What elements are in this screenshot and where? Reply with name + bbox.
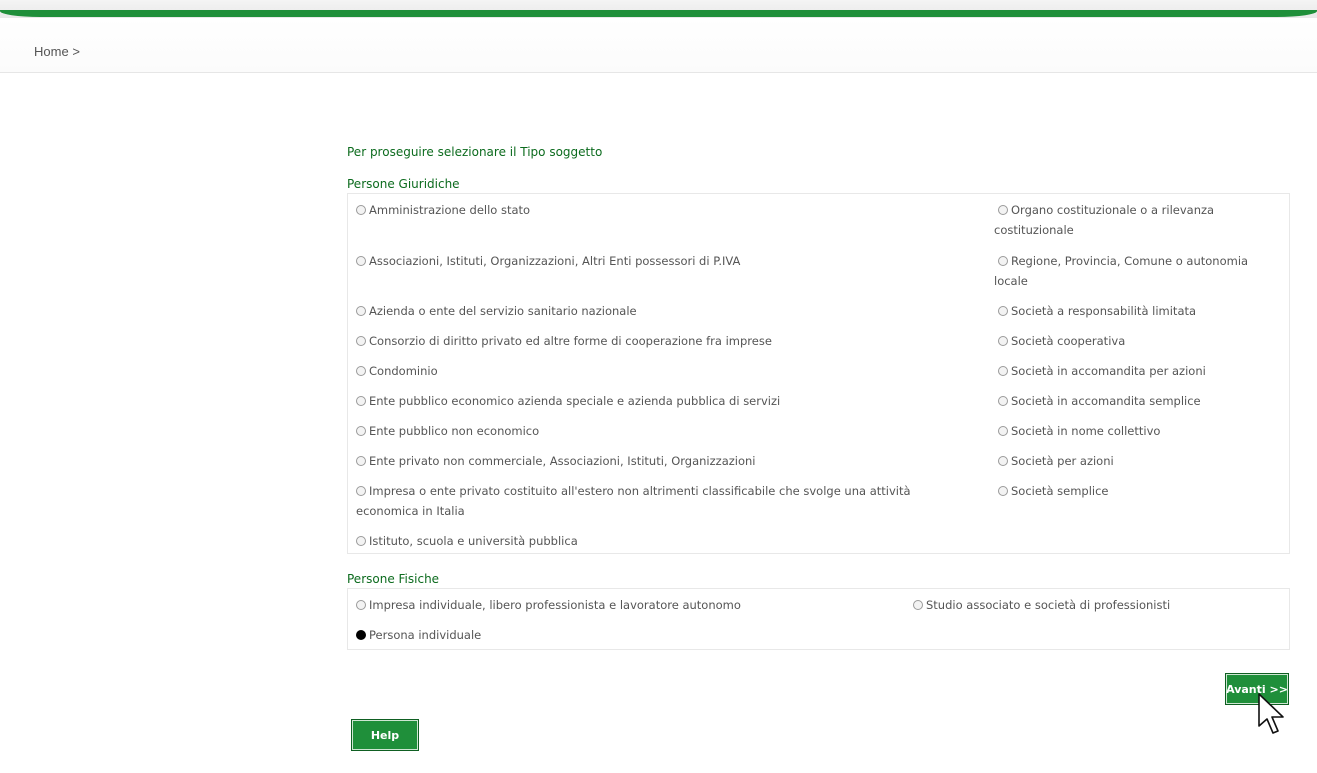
radio-ente-privato-non-commerciale[interactable]: Ente privato non commerciale, Associazio… — [356, 451, 756, 471]
radio-button[interactable] — [998, 306, 1008, 316]
radio-persona-individuale[interactable]: Persona individuale — [356, 625, 481, 645]
mouse-cursor-icon — [1258, 693, 1284, 734]
radio-button[interactable] — [998, 256, 1008, 266]
radio-button[interactable] — [356, 486, 366, 496]
radio-button[interactable] — [356, 366, 366, 376]
breadcrumb-bar: Home > — [0, 18, 1317, 73]
radio-sapa[interactable]: Società in accomandita per azioni — [998, 361, 1206, 381]
radio-amministrazione-stato[interactable]: Amministrazione dello stato — [356, 200, 530, 220]
radio-button[interactable] — [998, 396, 1008, 406]
radio-ente-pubblico-non-economico[interactable]: Ente pubblico non economico — [356, 421, 539, 441]
radio-button[interactable] — [913, 600, 923, 610]
help-button[interactable]: Help — [351, 719, 419, 751]
radio-button[interactable] — [356, 600, 366, 610]
radio-button[interactable] — [998, 486, 1008, 496]
radio-spa[interactable]: Società per azioni — [998, 451, 1114, 471]
radio-impresa-individuale[interactable]: Impresa individuale, libero professionis… — [356, 595, 741, 615]
radio-ente-pubblico-economico[interactable]: Ente pubblico economico azienda speciale… — [356, 391, 780, 411]
radio-button[interactable] — [998, 456, 1008, 466]
radio-istituto-scuola[interactable]: Istituto, scuola e università pubblica — [356, 531, 578, 551]
section-title-fisiche: Persone Fisiche — [347, 572, 440, 586]
radio-associazioni-piva[interactable]: Associazioni, Istituti, Organizzazioni, … — [356, 251, 740, 271]
fisiche-options: Impresa individuale, libero professionis… — [347, 588, 1290, 650]
radio-cooperativa[interactable]: Società cooperativa — [998, 331, 1125, 351]
radio-button[interactable] — [356, 426, 366, 436]
radio-button[interactable] — [356, 396, 366, 406]
green-header-line — [0, 10, 1317, 17]
radio-organo-costituzionale[interactable]: Organo costituzionale o a rilevanza cost… — [994, 200, 1274, 240]
radio-button[interactable] — [998, 426, 1008, 436]
radio-button[interactable] — [356, 205, 366, 215]
form-instruction: Per proseguire selezionare il Tipo sogge… — [347, 145, 603, 159]
top-banner — [0, 0, 1317, 18]
radio-condominio[interactable]: Condominio — [356, 361, 438, 381]
radio-srl[interactable]: Società a responsabilità limitata — [998, 301, 1196, 321]
radio-sas[interactable]: Società in accomandita semplice — [998, 391, 1201, 411]
radio-button[interactable] — [356, 256, 366, 266]
radio-snc[interactable]: Società in nome collettivo — [998, 421, 1160, 441]
radio-button[interactable] — [998, 336, 1008, 346]
radio-impresa-estero[interactable]: Impresa o ente privato costituito all'es… — [356, 481, 976, 521]
radio-button[interactable] — [998, 366, 1008, 376]
breadcrumb: Home > — [34, 44, 80, 59]
subject-type-form: Per proseguire selezionare il Tipo sogge… — [347, 143, 1290, 650]
radio-regione-provincia[interactable]: Regione, Provincia, Comune o autonomia l… — [994, 251, 1284, 291]
giuridiche-options: Amministrazione dello stato Associazioni… — [347, 193, 1290, 554]
breadcrumb-separator: > — [72, 44, 80, 59]
radio-button[interactable] — [356, 336, 366, 346]
breadcrumb-home-link[interactable]: Home — [34, 44, 69, 59]
radio-azienda-sanitaria[interactable]: Azienda o ente del servizio sanitario na… — [356, 301, 637, 321]
radio-studio-associato[interactable]: Studio associato e società di profession… — [913, 595, 1170, 615]
radio-button-selected[interactable] — [356, 630, 366, 640]
radio-button[interactable] — [356, 536, 366, 546]
section-title-giuridiche: Persone Giuridiche — [347, 177, 460, 191]
radio-societa-semplice[interactable]: Società semplice — [998, 481, 1109, 501]
radio-consorzio[interactable]: Consorzio di diritto privato ed altre fo… — [356, 331, 772, 351]
radio-button[interactable] — [356, 456, 366, 466]
radio-button[interactable] — [998, 205, 1008, 215]
radio-button[interactable] — [356, 306, 366, 316]
